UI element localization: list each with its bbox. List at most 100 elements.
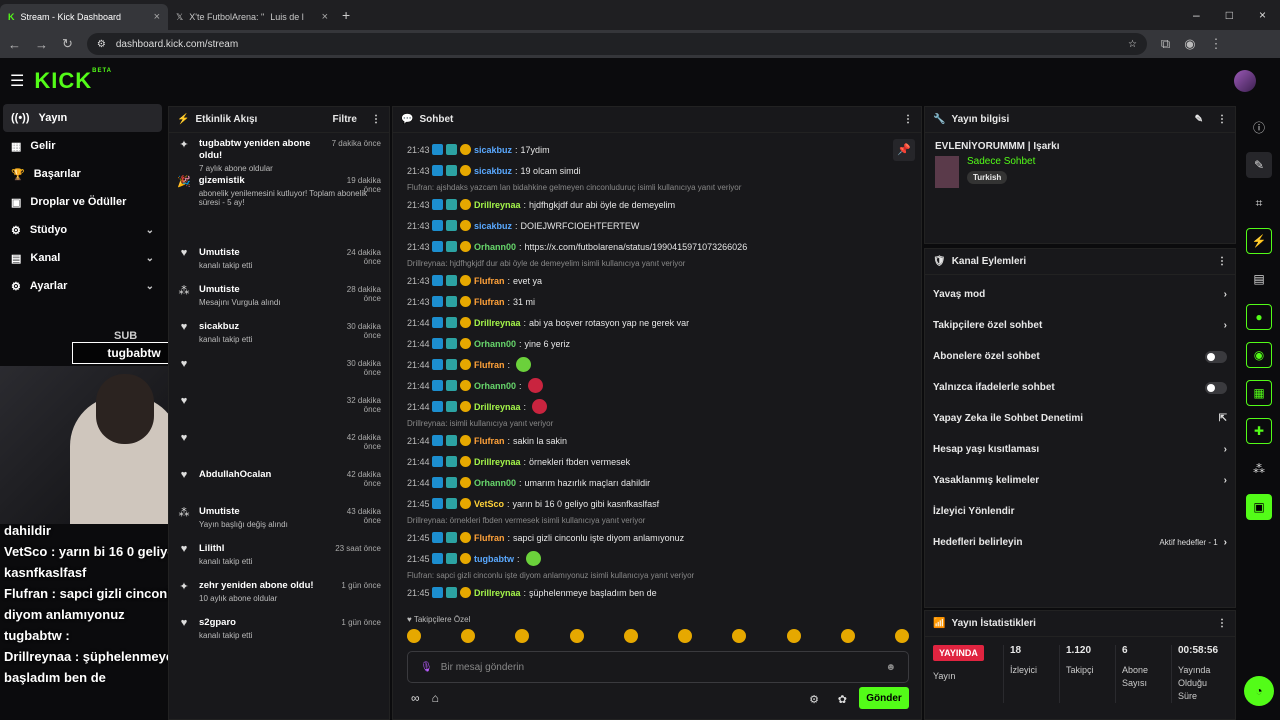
settings-icon[interactable]: ⚙ <box>809 693 819 706</box>
document-icon[interactable]: ▤ <box>1246 266 1272 292</box>
sidebar-item-3[interactable]: ▣ Droplar ve Ödüller <box>3 188 162 216</box>
bookmark-star-icon[interactable]: ☆ <box>1128 39 1137 50</box>
extensions-icon[interactable]: ⧉ <box>1161 36 1170 52</box>
activity-item[interactable]: ♥ AbdullahOcalan 42 dakika önce <box>169 464 389 501</box>
reload-icon[interactable]: ↻ <box>62 36 73 52</box>
activity-item[interactable]: ♥ 32 dakika önce <box>169 390 389 427</box>
emote-icon[interactable] <box>732 629 747 643</box>
toggle-switch[interactable] <box>1205 350 1227 363</box>
chat-bubble-icon[interactable]: ● <box>1246 304 1272 330</box>
emote-icon[interactable] <box>407 629 421 643</box>
chat-username[interactable]: Orhann00 <box>474 242 516 252</box>
back-icon[interactable]: ← <box>8 37 21 52</box>
more-options-icon[interactable]: ⋮ <box>371 114 381 125</box>
sidebar-item-2[interactable]: 🏆 Başarılar <box>3 160 162 188</box>
activity-item[interactable]: ♥ 42 dakika önce <box>169 427 389 464</box>
users-icon[interactable]: ∞ <box>411 691 420 705</box>
pencil-icon[interactable]: ✎ <box>1246 152 1272 178</box>
chat-username[interactable]: tugbabtw <box>474 554 514 564</box>
activity-item[interactable]: ♥ s2gparo kanalı takip etti 1 gün önce <box>169 612 389 649</box>
chat-username[interactable]: sicakbuz <box>474 166 512 176</box>
more-options-icon[interactable]: ⋮ <box>1217 618 1227 629</box>
new-tab-icon[interactable]: + <box>342 7 350 23</box>
layout-icon[interactable]: ▦ <box>1246 380 1272 406</box>
activity-item[interactable]: ♥ 30 dakika önce <box>169 353 389 390</box>
nodes-icon[interactable]: ⁂ <box>1246 456 1272 482</box>
mic-icon[interactable]: 🎙 <box>420 662 433 673</box>
chat-username[interactable]: Drillreynaa <box>474 318 521 328</box>
toggle-switch[interactable] <box>1205 381 1227 394</box>
chat-username[interactable]: Drillreynaa <box>474 402 521 412</box>
channel-action-row[interactable]: Yasaklanmış kelimeler › <box>925 465 1235 496</box>
more-options-icon[interactable]: ⋮ <box>1217 114 1227 125</box>
emote-icon[interactable] <box>461 629 476 643</box>
chat-username[interactable]: Drillreynaa <box>474 200 521 210</box>
chat-username[interactable]: Flufran <box>474 297 505 307</box>
chat-input[interactable]: 🎙 Bir mesaj gönderin ☻ <box>407 651 909 683</box>
channel-action-row[interactable]: Yapay Zeka ile Sohbet Denetimi ⇱ <box>925 403 1235 434</box>
chat-username[interactable]: Orhann00 <box>474 478 516 488</box>
profile-icon[interactable]: ◉ <box>1184 36 1195 52</box>
sidebar-item-5[interactable]: ▤ Kanal ⌄ <box>3 244 162 272</box>
channel-action-row[interactable]: Hesap yaşı kısıtlaması › <box>925 434 1235 465</box>
chat-username[interactable]: Orhann00 <box>474 381 516 391</box>
chat-username[interactable]: sicakbuz <box>474 145 512 155</box>
address-bar[interactable]: ⚙ dashboard.kick.com/stream ☆ <box>86 33 1147 55</box>
wrench-icon[interactable]: ✚ <box>1246 418 1272 444</box>
activity-item[interactable]: ⁂ Umutiste Yayın başlığı değiş alındı 43 da… <box>169 501 389 538</box>
user-avatar[interactable] <box>1234 70 1256 92</box>
app-icon[interactable]: ▣ <box>1246 494 1272 520</box>
close-tab-icon[interactable]: × <box>154 11 160 23</box>
emote-icon[interactable] <box>786 629 801 643</box>
send-button[interactable]: Gönder <box>859 687 909 709</box>
close-window-icon[interactable]: × <box>1259 8 1266 22</box>
activity-item[interactable]: ♥ sicakbuz kanalı takip etti 30 dakika önce <box>169 316 389 353</box>
emote-icon[interactable] <box>678 629 693 643</box>
hamburger-menu-icon[interactable]: ☰ <box>10 71 24 91</box>
info-icon[interactable]: ⓘ <box>1246 114 1272 140</box>
channel-action-row[interactable]: Abonelere özel sohbet <box>925 341 1235 372</box>
store-icon[interactable]: ⌂ <box>432 691 439 705</box>
support-chat-icon[interactable]: ◔ <box>1244 676 1274 706</box>
crop-icon[interactable]: ⌗ <box>1246 190 1272 216</box>
forward-icon[interactable]: → <box>35 37 48 52</box>
category-link[interactable]: Sadece Sohbet <box>967 156 1035 167</box>
sidebar-item-4[interactable]: ⚙ Stüdyo ⌄ <box>3 216 162 244</box>
kick-logo[interactable]: KICKBETA <box>34 68 112 94</box>
chat-username[interactable]: Drillreynaa <box>474 588 521 598</box>
activity-item[interactable]: ♥ Lilithl kanalı takip etti 23 saat önce <box>169 538 389 575</box>
emote-icon[interactable] <box>515 629 530 643</box>
channel-action-row[interactable]: İzleyici Yönlendir <box>925 496 1235 527</box>
activity-item[interactable]: ♥ Umutiste kanalı takip etti 24 dakika önce <box>169 242 389 279</box>
sidebar-item-1[interactable]: ▦ Gelir <box>3 132 162 160</box>
pin-icon[interactable]: 📌 <box>893 139 915 161</box>
emote-icon[interactable] <box>894 629 909 643</box>
emoji-icon[interactable]: ☻ <box>885 662 896 673</box>
chat-username[interactable]: Flufran <box>474 436 505 446</box>
channel-action-row[interactable]: Takipçilere özel sohbet › <box>925 310 1235 341</box>
tab-x-futbolarena[interactable]: 𝕏 X'te FutbolArena: " Luis de l × <box>168 4 336 30</box>
filter-button[interactable]: Filtre <box>333 114 357 125</box>
site-info-icon[interactable]: ⚙ <box>97 39 106 50</box>
lightning-icon[interactable]: ⚡ <box>1246 228 1272 254</box>
activity-item[interactable]: ✦ zehr yeniden abone oldu! 10 aylık abone … <box>169 575 389 612</box>
chat-username[interactable]: Flufran <box>474 276 505 286</box>
minimize-icon[interactable]: – <box>1193 8 1200 22</box>
more-options-icon[interactable]: ⋮ <box>903 114 913 125</box>
edit-icon[interactable]: ✎ <box>1195 114 1203 125</box>
more-options-icon[interactable]: ⋮ <box>1217 256 1227 267</box>
channel-action-row[interactable]: Hedefleri belirleyin Aktif hedefler - 1 › <box>925 527 1235 558</box>
emote-icon[interactable] <box>569 629 584 643</box>
activity-item[interactable]: ✦ tugbabtw yeniden abone oldu! 7 aylık abo… <box>169 133 389 173</box>
chat-username[interactable]: Flufran <box>474 360 505 370</box>
chat-username[interactable]: sicakbuz <box>474 221 512 231</box>
maximize-icon[interactable]: □ <box>1226 8 1233 22</box>
chat-username[interactable]: Orhann00 <box>474 339 516 349</box>
chat-username[interactable]: VetSco <box>474 499 504 509</box>
emote-icon[interactable] <box>840 629 855 643</box>
emote-icon[interactable] <box>623 629 638 643</box>
activity-item[interactable]: 🎉 gizemistik abonelik yenilemesini kutluyo… <box>169 170 389 242</box>
sidebar-item-6[interactable]: ⚙ Ayarlar ⌄ <box>3 272 162 300</box>
broadcast-icon[interactable]: ◉ <box>1246 342 1272 368</box>
channel-action-row[interactable]: Yavaş mod › <box>925 279 1235 310</box>
